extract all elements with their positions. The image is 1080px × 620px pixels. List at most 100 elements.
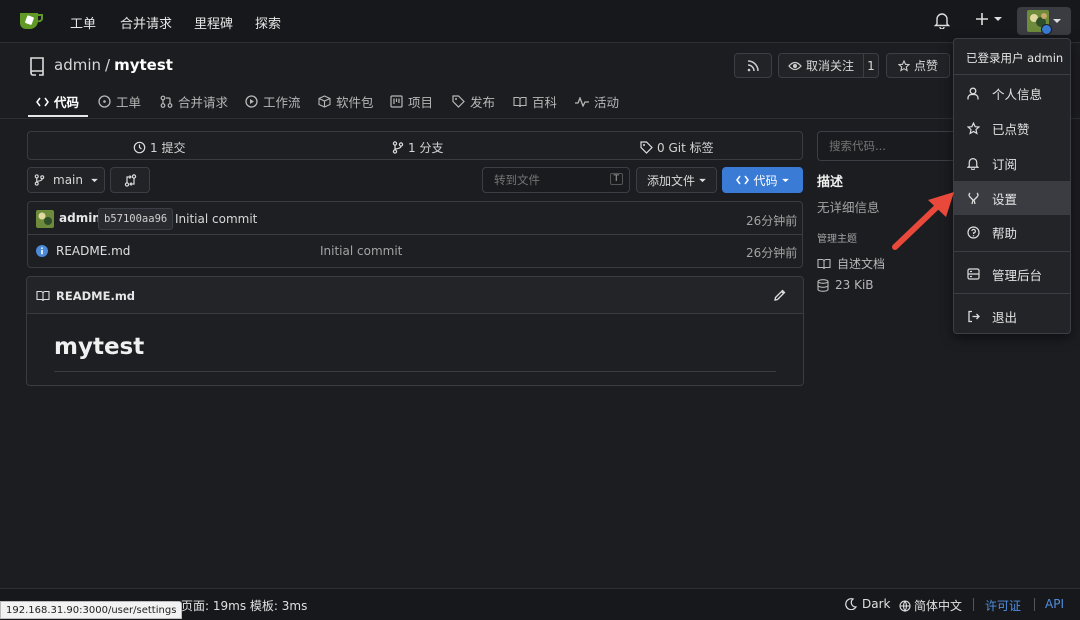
rss-button[interactable] [734, 53, 772, 78]
tab-code-label: 代码 [54, 95, 80, 110]
repo-size-value: 23 KiB [835, 278, 874, 292]
sign-out-icon [954, 310, 992, 323]
manage-topics-link[interactable]: 管理主题 [817, 230, 857, 245]
nav-pulls[interactable]: 合并请求 [120, 13, 172, 32]
menu-item-site-admin[interactable]: 管理后台 [954, 257, 1070, 291]
menu-item-help[interactable]: 帮助 [954, 215, 1070, 249]
create-new-menu[interactable] [975, 12, 1002, 26]
commit-author[interactable]: admin [59, 211, 101, 225]
tag-icon [640, 141, 653, 154]
license-link[interactable]: 许可证 [985, 597, 1021, 614]
project-icon [390, 95, 403, 108]
nav-milestones[interactable]: 里程碑 [194, 13, 233, 32]
tags-count: 0 Git 标签 [657, 141, 714, 155]
bell-icon[interactable] [934, 12, 950, 29]
readme-heading-divider [54, 371, 776, 372]
goto-file-field[interactable] [483, 168, 601, 192]
tab-projects[interactable]: 项目 [390, 92, 433, 111]
code-search-box [817, 131, 957, 161]
tab-pulls[interactable]: 合并请求 [160, 92, 228, 111]
clone-code-label: 代码 [753, 173, 778, 188]
readme-filename: README.md [56, 289, 136, 303]
language-label: 简体中文 [914, 599, 963, 613]
commit-message[interactable]: Initial commit [175, 212, 257, 226]
chevron-down-icon [994, 16, 1002, 22]
file-commit-message[interactable]: Initial commit [320, 244, 402, 258]
user-menu-button[interactable] [1017, 7, 1071, 35]
nav-issues[interactable]: 工单 [70, 13, 96, 32]
avatar [1027, 10, 1052, 35]
api-link[interactable]: API [1045, 597, 1064, 611]
goto-file-input[interactable]: T [482, 167, 630, 193]
file-commit-time: 26分钟前 [746, 246, 798, 260]
tab-wiki[interactable]: 百科 [513, 92, 557, 111]
package-icon [318, 95, 331, 108]
add-file-button[interactable]: 添加文件 [636, 167, 717, 193]
commit-time: 26分钟前 [746, 214, 798, 228]
server-icon [954, 268, 992, 280]
pull-request-icon [160, 95, 173, 108]
branch-selector[interactable]: main [27, 167, 105, 193]
language-selector[interactable]: 简体中文 [899, 597, 962, 614]
bell-icon [954, 157, 992, 170]
footer-divider [1034, 598, 1035, 611]
gitea-logo-icon[interactable] [18, 9, 44, 31]
book-icon [513, 96, 527, 108]
goto-file-shortcut: T [609, 173, 623, 185]
repo-title: admin / mytest [54, 56, 173, 74]
plus-icon [975, 12, 989, 26]
menu-item-help-label: 帮助 [992, 225, 1018, 241]
branches-link[interactable]: 1 分支 [392, 139, 443, 156]
code-icon [736, 175, 750, 185]
menu-item-starred[interactable]: 已点赞 [954, 111, 1070, 145]
compare-button[interactable] [110, 167, 150, 193]
tags-link[interactable]: 0 Git 标签 [640, 139, 714, 156]
theme-switcher[interactable]: Dark [845, 597, 890, 611]
tab-releases-label: 发布 [470, 95, 496, 110]
menu-item-sign-out[interactable]: 退出 [954, 299, 1070, 333]
tab-pulls-label: 合并请求 [178, 95, 229, 110]
menu-item-profile[interactable]: 个人信息 [954, 76, 1070, 110]
moon-icon [845, 598, 857, 610]
tab-releases[interactable]: 发布 [452, 92, 495, 111]
tab-packages[interactable]: 软件包 [318, 92, 374, 111]
watch-count[interactable]: 1 [863, 53, 879, 78]
menu-item-settings[interactable]: 设置 [954, 181, 1070, 215]
tag-icon [452, 95, 465, 108]
commits-link[interactable]: 1 提交 [133, 139, 185, 156]
tab-activity[interactable]: 活动 [575, 92, 619, 111]
commit-sha[interactable]: b57100aa96 [98, 208, 174, 230]
branches-count: 1 分支 [408, 141, 444, 155]
star-icon [897, 59, 910, 72]
tab-code[interactable]: 代码 [36, 92, 79, 111]
clone-code-button[interactable]: 代码 [722, 167, 803, 193]
database-icon [817, 278, 829, 292]
readme-link[interactable]: 自述文档 [817, 255, 885, 272]
footer-divider [973, 598, 974, 611]
tab-actions[interactable]: 工作流 [245, 92, 301, 111]
unwatch-button[interactable]: 取消关注 [778, 53, 864, 78]
chevron-down-icon [91, 178, 98, 183]
tab-packages-label: 软件包 [336, 95, 374, 110]
repo-owner-link[interactable]: admin [54, 56, 101, 74]
chevron-down-icon [781, 178, 789, 183]
star-label: 点赞 [913, 59, 938, 73]
file-row-readme [28, 236, 802, 267]
tab-issues[interactable]: 工单 [98, 92, 141, 111]
star-button[interactable]: 点赞 [886, 53, 950, 78]
file-name[interactable]: README.md [56, 244, 130, 258]
repo-name-link[interactable]: mytest [114, 56, 173, 74]
chevron-down-icon [1053, 18, 1061, 24]
browser-status-url: 192.168.31.90:3000/user/settings [0, 601, 183, 619]
rss-icon [747, 59, 759, 72]
readme-header [27, 277, 803, 314]
nav-explore[interactable]: 探索 [255, 13, 281, 32]
dropdown-divider [954, 293, 1070, 294]
menu-item-sign-out-label: 退出 [992, 309, 1018, 325]
tab-activity-label: 活动 [594, 95, 620, 110]
menu-item-subscriptions[interactable]: 订阅 [954, 146, 1070, 180]
code-search-input[interactable] [818, 132, 953, 160]
pencil-icon[interactable] [773, 288, 787, 302]
top-navbar: 工单 合并请求 里程碑 探索 [0, 0, 1080, 43]
branch-icon [392, 141, 404, 154]
